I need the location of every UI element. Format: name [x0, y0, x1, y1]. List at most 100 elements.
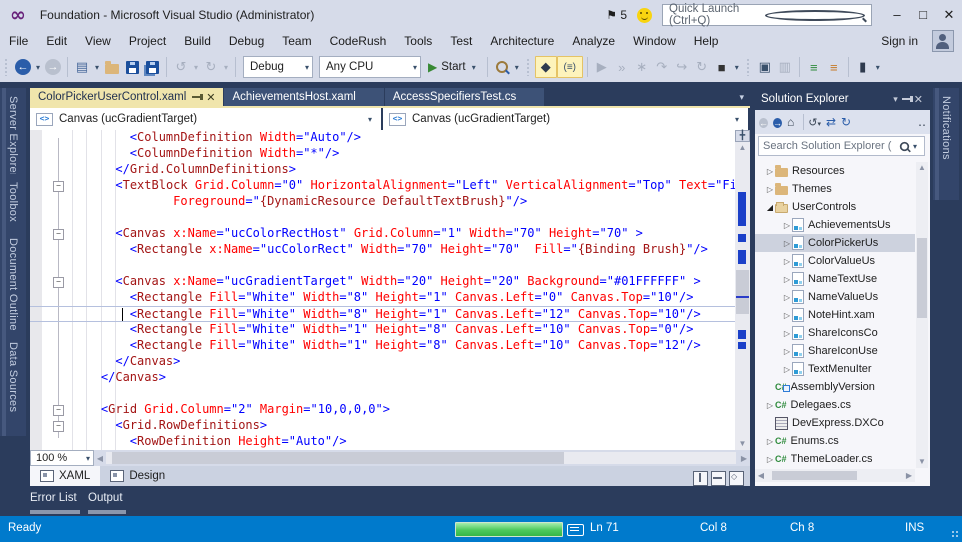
coderush-toggle-1-button[interactable]: ◆: [535, 56, 557, 78]
run-to-cursor-button[interactable]: »: [612, 57, 632, 77]
vertical-split-icon[interactable]: [693, 471, 708, 486]
start-debugging-button[interactable]: ▶Start ▾: [424, 60, 483, 74]
code-line[interactable]: </Canvas>: [30, 354, 735, 370]
quick-launch-input[interactable]: Quick Launch (Ctrl+Q): [662, 4, 872, 26]
back-button[interactable]: ←: [759, 115, 768, 130]
tree-collapsed-icon[interactable]: ▷: [765, 167, 775, 176]
redo-button[interactable]: ↻: [201, 57, 221, 77]
scroll-right-icon[interactable]: ▶: [903, 471, 915, 480]
continue-button[interactable]: ▶: [592, 57, 612, 77]
tree-expanded-icon[interactable]: ◢: [765, 203, 775, 212]
swap-panes-icon[interactable]: [729, 471, 744, 486]
tree-item-shareiconsco[interactable]: ▷ShareIconsCo: [755, 324, 915, 342]
menu-help[interactable]: Help: [685, 32, 728, 50]
new-item-button[interactable]: ▤: [72, 57, 92, 77]
tree-horizontal-scrollbar[interactable]: ◀ ▶: [755, 469, 915, 482]
menu-debug[interactable]: Debug: [220, 32, 273, 50]
home-button[interactable]: ⌂: [787, 115, 794, 129]
nav-member-dropdown[interactable]: <> Canvas (ucGradientTarget) ▾: [383, 108, 748, 130]
collapse-region-icon[interactable]: −: [53, 421, 64, 432]
close-button[interactable]: ✕: [936, 4, 962, 26]
tree-item-achievementsus[interactable]: ▷AchievementsUs: [755, 216, 915, 234]
tab-list-dropdown-icon[interactable]: ▾: [739, 92, 744, 103]
sync-with-active-document-button[interactable]: ⇄: [826, 115, 836, 129]
menu-architecture[interactable]: Architecture: [481, 32, 563, 50]
tree-item-colorvalueus[interactable]: ▷ColorValueUs: [755, 252, 915, 270]
navigate-back-button[interactable]: ←: [13, 57, 33, 77]
sign-in-link[interactable]: Sign in: [872, 32, 932, 50]
tree-collapsed-icon[interactable]: ▷: [782, 221, 792, 230]
tree-item-resources[interactable]: ▷Resources: [755, 162, 915, 180]
toolbar-overflow-icon[interactable]: ▾: [512, 63, 522, 72]
scrollbar-thumb[interactable]: [917, 238, 927, 318]
sidebar-tab-data-sources[interactable]: Data Sources: [0, 334, 26, 436]
refresh-button[interactable]: ↻: [841, 115, 851, 129]
scroll-down-icon[interactable]: ▼: [735, 438, 750, 450]
editor-vertical-scrollbar[interactable]: ╋ ▲ ▼: [735, 130, 750, 450]
horizontal-split-icon[interactable]: [711, 471, 726, 486]
tree-item-devexpress-dxco[interactable]: DevExpress.DXCo: [755, 414, 915, 432]
tree-collapsed-icon[interactable]: ▷: [782, 239, 792, 248]
tree-item-delegaes-cs[interactable]: ▷C#Delegaes.cs: [755, 396, 915, 414]
code-line[interactable]: <ColumnDefinition Width="*"/>: [30, 146, 735, 162]
scroll-up-icon[interactable]: ▲: [735, 142, 750, 154]
menu-team[interactable]: Team: [273, 32, 320, 50]
tree-collapsed-icon[interactable]: ▷: [782, 293, 792, 302]
tab-xaml[interactable]: XAML: [30, 466, 100, 486]
collapse-region-icon[interactable]: −: [53, 181, 64, 192]
code-line[interactable]: <Canvas x:Name="ucColorRectHost" Grid.Co…: [30, 226, 735, 242]
scrollbar-thumb[interactable]: [112, 452, 564, 464]
tree-item-shareiconuse[interactable]: ▷ShareIconUse: [755, 342, 915, 360]
tree-item-textmenuiter[interactable]: ▷TextMenuIter: [755, 360, 915, 378]
code-line[interactable]: [30, 210, 735, 226]
nav-type-dropdown[interactable]: <> Canvas (ucGradientTarget) ▾: [30, 108, 383, 130]
scroll-left-icon[interactable]: ◀: [94, 454, 106, 463]
tree-collapsed-icon[interactable]: ▷: [765, 437, 775, 446]
tree-collapsed-icon[interactable]: ▷: [765, 455, 775, 464]
menu-coderush[interactable]: CodeRush: [321, 32, 396, 50]
undo-dropdown-icon[interactable]: ▾: [191, 63, 201, 72]
debug-target-combo[interactable]: Debug▾: [243, 56, 313, 78]
code-line[interactable]: [30, 258, 735, 274]
format-document-button[interactable]: ≡: [804, 57, 824, 77]
collapse-region-icon[interactable]: −: [53, 277, 64, 288]
find-in-files-button[interactable]: [492, 57, 512, 77]
pin-icon[interactable]: [902, 98, 910, 100]
code-line[interactable]: <Rectangle Fill="White" Width="8" Height…: [30, 290, 735, 306]
select-element-button[interactable]: ▣: [755, 57, 775, 77]
collapse-region-icon[interactable]: −: [53, 229, 64, 240]
code-line[interactable]: </Canvas>: [30, 370, 735, 386]
code-line[interactable]: <RowDefinition Height="Auto"/>: [30, 434, 735, 450]
toolbar-overflow-icon[interactable]: ▾: [732, 63, 742, 72]
document-tab[interactable]: ColorPickerUserControl.xaml✕: [30, 88, 223, 106]
tree-collapsed-icon[interactable]: ▷: [782, 347, 792, 356]
tree-collapsed-icon[interactable]: ▷: [782, 275, 792, 284]
code-line[interactable]: <Canvas x:Name="ucGradientTarget" Width=…: [30, 274, 735, 290]
tab-design[interactable]: Design: [100, 466, 175, 486]
code-line[interactable]: </Grid.ColumnDefinitions>: [30, 162, 735, 178]
menu-window[interactable]: Window: [624, 32, 685, 50]
close-panel-icon[interactable]: ✕: [914, 93, 923, 106]
tree-item-assemblyversion[interactable]: C#AssemblyVersion: [755, 378, 915, 396]
toolbar-overflow-icon[interactable]: ‥: [918, 115, 926, 129]
menu-analyze[interactable]: Analyze: [563, 32, 624, 50]
collapse-region-icon[interactable]: −: [53, 405, 64, 416]
undo-button[interactable]: ↺: [171, 57, 191, 77]
menu-edit[interactable]: Edit: [37, 32, 76, 50]
scrollbar-thumb[interactable]: [772, 471, 857, 480]
close-icon[interactable]: ✕: [206, 91, 215, 104]
sidebar-tab-server-explorer[interactable]: Server Explorer: [0, 88, 26, 186]
break-all-button[interactable]: ∗: [632, 57, 652, 77]
scroll-up-icon[interactable]: ▲: [916, 162, 928, 174]
scrollbar-thumb[interactable]: [736, 270, 749, 314]
step-into-button[interactable]: ↷: [652, 57, 672, 77]
toolbar-overflow-icon[interactable]: ▾: [873, 63, 883, 72]
feedback-smiley-icon[interactable]: [637, 8, 652, 23]
sidebar-tab-notifications[interactable]: Notifications: [933, 88, 959, 200]
new-item-dropdown-icon[interactable]: ▾: [92, 63, 102, 72]
tree-collapsed-icon[interactable]: ▷: [782, 329, 792, 338]
tree-item-themeloader-cs[interactable]: ▷C#ThemeLoader.cs: [755, 450, 915, 468]
tree-item-notehint-xam[interactable]: ▷NoteHint.xam: [755, 306, 915, 324]
tree-item-colorpickerus[interactable]: ▷ColorPickerUs: [755, 234, 915, 252]
panel-tab-error-list[interactable]: Error List: [30, 492, 77, 504]
